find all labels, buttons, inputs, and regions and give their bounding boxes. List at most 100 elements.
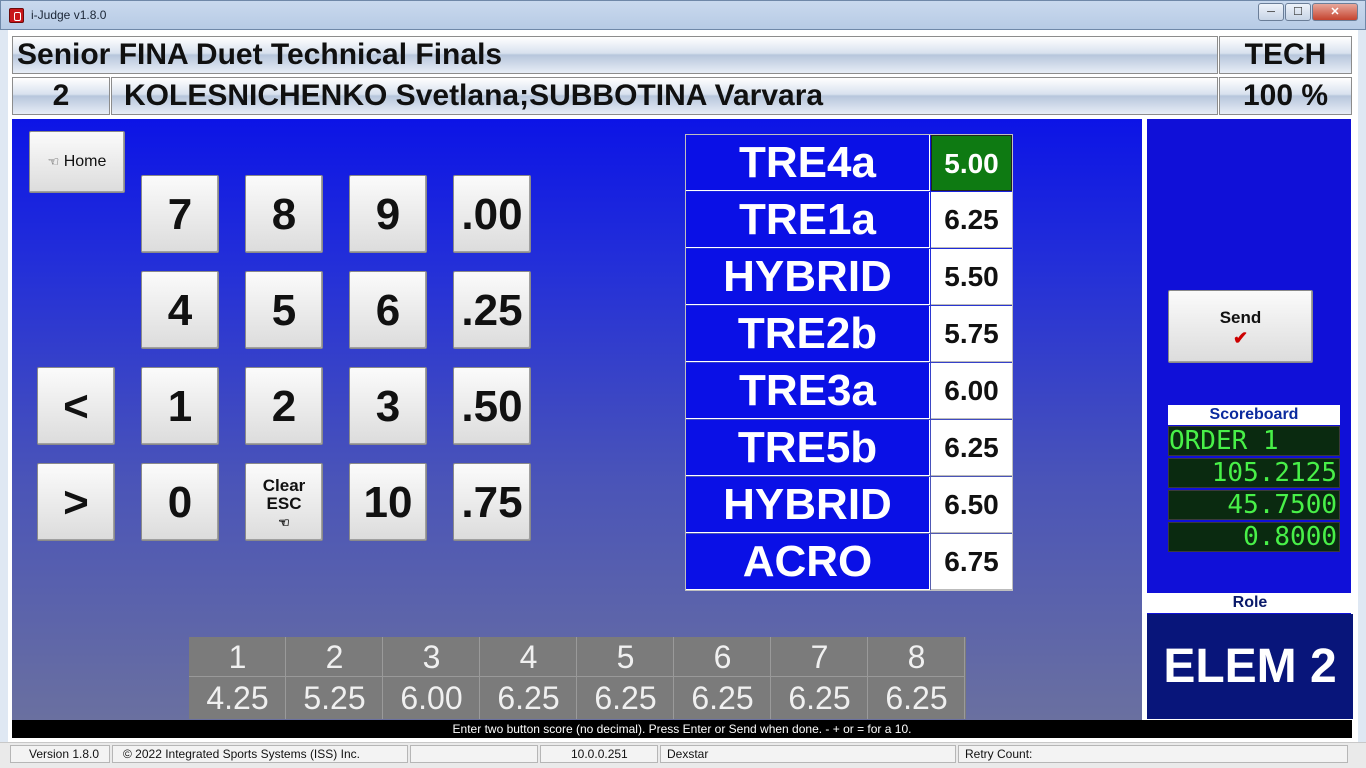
window-title: i-Judge v1.8.0 <box>31 8 107 22</box>
percent-label: 100 % <box>1219 77 1352 115</box>
summary-value: 6.25 <box>788 680 851 716</box>
home-label: Home <box>63 153 107 170</box>
app-client-area: Senior FINA Duet Technical Finals TECH 2… <box>8 30 1358 742</box>
summary-value: 6.25 <box>885 680 948 716</box>
summary-column[interactable]: 7 6.25 <box>771 637 868 719</box>
key-0[interactable]: 0 <box>141 463 219 541</box>
category-label: TECH <box>1219 36 1352 74</box>
element-score[interactable]: 5.00 <box>931 135 1012 191</box>
role-value: ELEM 2 <box>1147 614 1353 719</box>
element-score[interactable]: 5.75 <box>931 306 1012 362</box>
element-row[interactable]: HYBRID 5.50 <box>686 249 1012 306</box>
summary-value: 6.25 <box>691 680 754 716</box>
summary-number: 5 <box>577 637 674 677</box>
scoreboard-line-order: ORDER 1 <box>1168 426 1340 456</box>
status-version: Version 1.8.0 <box>10 745 110 763</box>
summary-column[interactable]: 3 6.00 <box>383 637 480 719</box>
element-name: HYBRID <box>686 249 930 305</box>
status-host: Dexstar <box>660 745 956 763</box>
next-button[interactable]: > <box>37 463 115 541</box>
key-9[interactable]: 9 <box>349 175 427 253</box>
summary-value: 6.00 <box>400 680 463 716</box>
key-3[interactable]: 3 <box>349 367 427 445</box>
esc-label: ESC <box>266 494 302 513</box>
scoreboard-line-deduction: 0.8000 <box>1168 522 1340 552</box>
prev-button[interactable]: < <box>37 367 115 445</box>
send-label: Send <box>1219 308 1262 327</box>
key-8[interactable]: 8 <box>245 175 323 253</box>
element-row[interactable]: TRE4a 5.00 <box>686 135 1012 192</box>
key-dot-25[interactable]: .25 <box>453 271 531 349</box>
element-score-table: TRE4a 5.00 TRE1a 6.25 HYBRID 5.50 TRE2b … <box>685 134 1013 591</box>
element-row[interactable]: TRE2b 5.75 <box>686 306 1012 363</box>
key-dot-75[interactable]: .75 <box>453 463 531 541</box>
element-name: TRE2b <box>686 306 930 362</box>
element-row[interactable]: HYBRID 6.50 <box>686 477 1012 534</box>
summary-value: 5.25 <box>303 680 366 716</box>
key-1[interactable]: 1 <box>141 367 219 445</box>
summary-value: 6.25 <box>497 680 560 716</box>
start-number: 2 <box>12 77 110 115</box>
summary-number: 2 <box>286 637 383 677</box>
minimize-button[interactable]: ─ <box>1258 3 1284 21</box>
clear-label: Clear <box>262 476 306 495</box>
app-icon <box>9 8 24 23</box>
status-ip: 10.0.0.251 <box>540 745 658 763</box>
status-copyright: © 2022 Integrated Sports Systems (ISS) I… <box>112 745 408 763</box>
element-name: TRE1a <box>686 192 930 248</box>
summary-column[interactable]: 2 5.25 <box>286 637 383 719</box>
element-score[interactable]: 6.75 <box>931 534 1012 590</box>
scoreboard-line-total: 105.2125 <box>1168 458 1340 488</box>
element-name: TRE4a <box>686 135 930 191</box>
element-row[interactable]: ACRO 6.75 <box>686 534 1012 591</box>
send-button[interactable]: Send ✔ <box>1168 290 1313 363</box>
score-summary-table: 1 4.25 2 5.25 3 6.00 4 6.25 5 6.25 6 6.2… <box>189 637 966 719</box>
instruction-bar: Enter two button score (no decimal). Pre… <box>12 720 1352 738</box>
right-panel: Send ✔ Scoreboard ORDER 1 105.2125 45.75… <box>1145 119 1353 719</box>
element-row[interactable]: TRE5b 6.25 <box>686 420 1012 477</box>
element-name: HYBRID <box>686 477 930 533</box>
event-title: Senior FINA Duet Technical Finals <box>12 36 1218 74</box>
key-dot-00[interactable]: .00 <box>453 175 531 253</box>
summary-number: 4 <box>480 637 577 677</box>
key-7[interactable]: 7 <box>141 175 219 253</box>
status-empty <box>410 745 538 763</box>
element-row[interactable]: TRE1a 6.25 <box>686 192 1012 249</box>
home-button[interactable]: ☜ Home <box>29 131 125 193</box>
element-row[interactable]: TRE3a 6.00 <box>686 363 1012 420</box>
summary-number: 6 <box>674 637 771 677</box>
element-score[interactable]: 5.50 <box>931 249 1012 305</box>
summary-column[interactable]: 5 6.25 <box>577 637 674 719</box>
key-4[interactable]: 4 <box>141 271 219 349</box>
key-10[interactable]: 10 <box>349 463 427 541</box>
summary-column[interactable]: 4 6.25 <box>480 637 577 719</box>
status-bar: Version 1.8.0 © 2022 Integrated Sports S… <box>0 742 1366 768</box>
key-2[interactable]: 2 <box>245 367 323 445</box>
close-button[interactable]: ✕ <box>1312 3 1358 21</box>
summary-number: 8 <box>868 637 965 677</box>
role-label: Role <box>1147 593 1353 613</box>
scoreboard-line-score: 45.7500 <box>1168 490 1340 520</box>
key-6[interactable]: 6 <box>349 271 427 349</box>
hand-pointer-icon: ☜ <box>47 154 60 169</box>
element-score[interactable]: 6.00 <box>931 363 1012 419</box>
summary-number: 3 <box>383 637 480 677</box>
element-score[interactable]: 6.25 <box>931 420 1012 476</box>
element-score[interactable]: 6.25 <box>931 192 1012 248</box>
element-name: ACRO <box>686 534 930 590</box>
scoreboard-label: Scoreboard <box>1168 405 1340 425</box>
summary-number: 1 <box>189 637 286 677</box>
scoring-panel: ☜ Home 7 8 9 .00 4 5 6 .25 < 1 2 3 .50 >… <box>12 119 1142 720</box>
summary-column[interactable]: 8 6.25 <box>868 637 965 719</box>
summary-column[interactable]: 1 4.25 <box>189 637 286 719</box>
key-5[interactable]: 5 <box>245 271 323 349</box>
summary-column[interactable]: 6 6.25 <box>674 637 771 719</box>
summary-value: 6.25 <box>594 680 657 716</box>
element-score[interactable]: 6.50 <box>931 477 1012 533</box>
element-name: TRE3a <box>686 363 930 419</box>
maximize-button[interactable]: ☐ <box>1285 3 1311 21</box>
clear-button[interactable]: Clear ESC ☜ <box>245 463 323 541</box>
summary-number: 7 <box>771 637 868 677</box>
title-bar: i-Judge v1.8.0 ─ ☐ ✕ <box>0 0 1366 30</box>
key-dot-50[interactable]: .50 <box>453 367 531 445</box>
